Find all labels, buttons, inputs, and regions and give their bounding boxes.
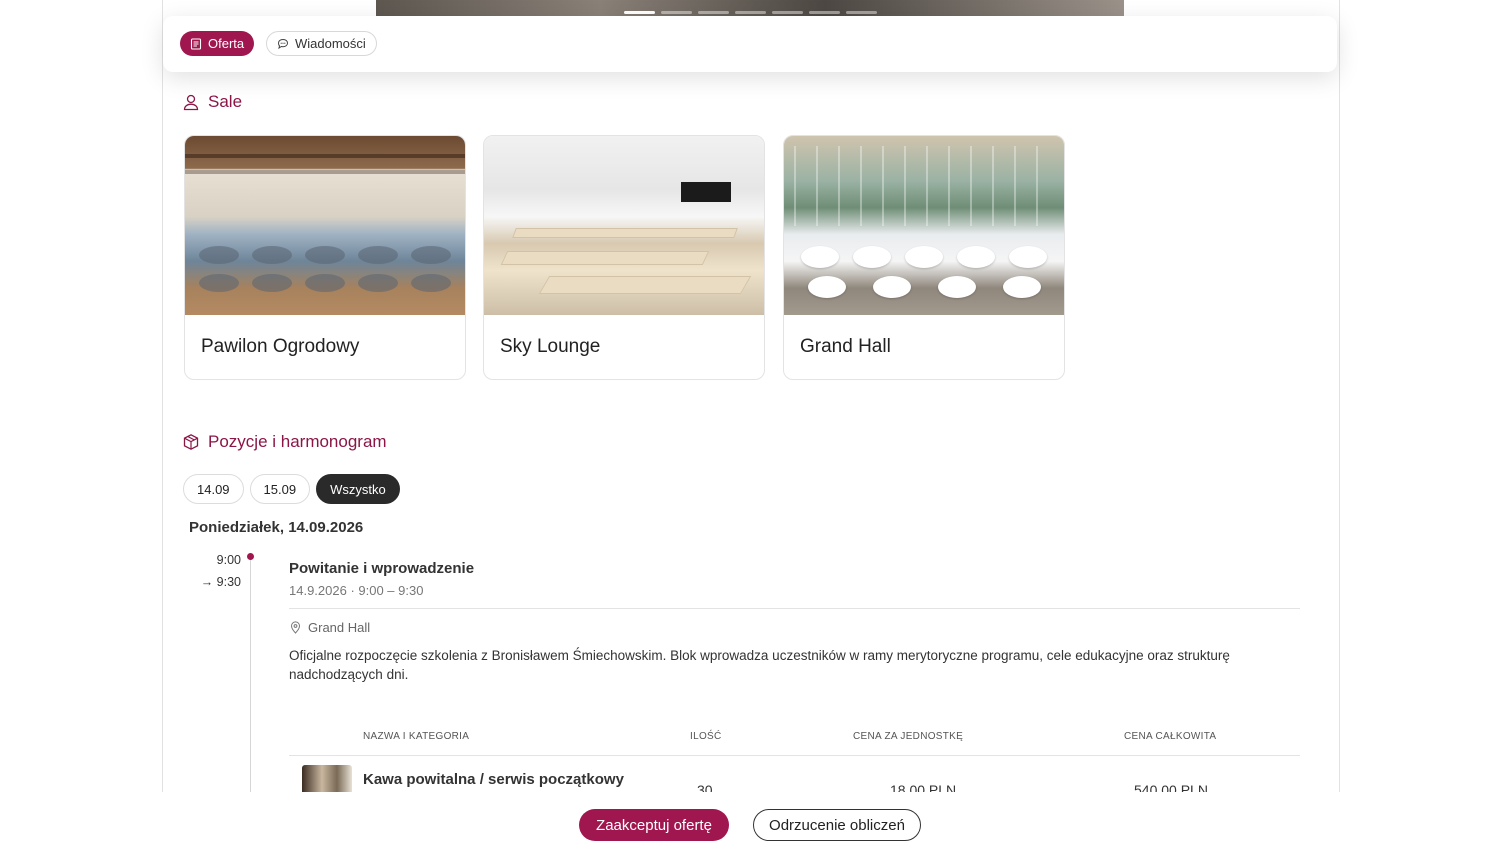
document-icon [190,37,202,50]
carousel-dot[interactable] [698,11,729,14]
room-card-pawilon-ogrodowy[interactable]: Pawilon Ogrodowy [184,135,466,380]
rooms-heading: Sale [182,92,242,112]
carousel-dot[interactable] [809,11,840,14]
box-icon [183,434,199,450]
divider [289,608,1300,609]
date-filter-15-09[interactable]: 15.09 [249,474,311,504]
accept-offer-button[interactable]: Zaakceptuj ofertę [579,809,729,841]
event-description: Oficjalne rozpoczęcie szkolenia z Bronis… [289,648,1230,682]
event-location-label: Grand Hall [308,620,371,635]
table-header-unit-price: CENA ZA JEDNOSTKĘ [853,731,964,742]
date-filter-14-09[interactable]: 14.09 [183,474,244,504]
person-icon [183,94,199,111]
table-header-qty: ILOŚĆ [690,731,722,742]
room-card-sky-lounge[interactable]: Sky Lounge [483,135,765,380]
carousel-dot[interactable] [772,11,803,14]
event-location: Grand Hall [289,620,370,635]
hero-image-carousel[interactable] [376,0,1124,16]
carousel-dot[interactable] [846,11,877,14]
event-title: Powitanie i wprowadzenie [289,560,475,577]
room-name: Pawilon Ogrodowy [201,336,360,357]
room-photo [484,136,764,315]
date-filter-group: 14.09 15.09 Wszystko [183,474,400,504]
footer-bar [0,792,1500,857]
tab-messages-label: Wiadomości [295,36,366,51]
item-thumbnail [302,765,352,795]
room-name: Sky Lounge [500,336,601,357]
tab-bar: Oferta Wiadomości [163,16,1337,72]
tab-offer[interactable]: Oferta [180,31,255,56]
room-name: Grand Hall [800,336,891,357]
item-name: Kawa powitalna / serwis początkowy [363,771,624,788]
room-photo [784,136,1064,315]
day-title: Poniedziałek, 14.09.2026 [189,519,364,536]
room-photo [185,136,465,315]
timeline-line [250,560,251,792]
carousel-dot[interactable] [735,11,766,14]
carousel-dot[interactable] [624,11,655,14]
event-end-time: → 9:30 [200,575,241,589]
room-card-grand-hall[interactable]: Grand Hall [783,135,1065,380]
schedule-heading: Pozycje i harmonogram [182,432,387,452]
chat-bubble-icon [277,38,289,49]
carousel-dot[interactable] [661,11,692,14]
tab-messages[interactable]: Wiadomości [266,31,377,56]
rooms-heading-label: Sale [208,92,243,111]
date-filter-all[interactable]: Wszystko [316,474,400,504]
schedule-heading-label: Pozycje i harmonogram [208,432,387,451]
event-start-time: 9:00 [216,553,241,567]
tab-offer-label: Oferta [208,36,245,51]
carousel-indicators [624,11,877,14]
map-pin-icon [290,621,301,634]
table-header-divider [289,755,1300,756]
event-datetime: 14.9.2026 · 9:00 – 9:30 [289,583,424,598]
reject-calculation-button[interactable]: Odrzucenie obliczeń [753,809,921,841]
timeline-dot [247,553,254,560]
table-header-name: NAZWA I KATEGORIA [363,731,470,742]
table-header-total: CENA CAŁKOWITA [1124,731,1217,742]
